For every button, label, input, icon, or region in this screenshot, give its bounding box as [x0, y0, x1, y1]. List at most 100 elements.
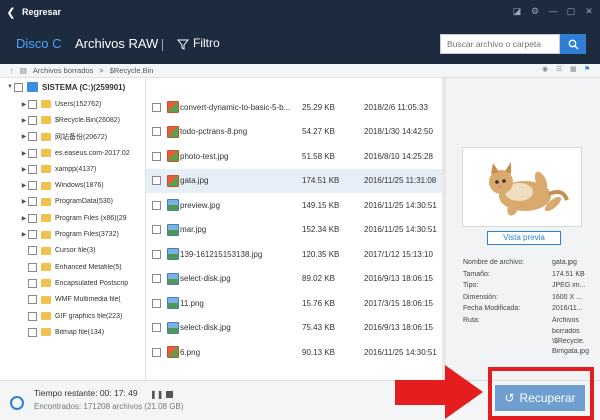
file-row[interactable]: select-disk.jpg 75.43 KB 2016/9/13 18:06:1…	[146, 316, 442, 340]
pause-icon[interactable]: ❚❚	[150, 390, 163, 399]
preview-button[interactable]: Vista previa	[487, 231, 561, 245]
stop-icon[interactable]	[166, 391, 173, 398]
tree-item-checkbox[interactable]	[28, 99, 37, 109]
expand-arrow-icon[interactable]: ▶	[20, 133, 28, 140]
file-row[interactable]: photo-test.jpg 51.58 KB 2016/8/10 14:25:28	[146, 144, 442, 168]
meta-value: gata.jpg	[552, 259, 577, 266]
tree-item-checkbox[interactable]	[28, 295, 37, 305]
maximize-icon[interactable]: ▢	[564, 4, 578, 18]
file-row[interactable]: preview.jpg 149.15 KB 2016/11/25 14:30:51	[146, 193, 442, 217]
expand-arrow-icon[interactable]: ▶	[20, 101, 28, 108]
file-row[interactable]: 139-161215153138.jpg 120.35 KB 2017/1/12 1…	[146, 242, 442, 266]
file-checkbox[interactable]	[152, 151, 161, 161]
flag-icon[interactable]: ⚑	[584, 66, 592, 74]
file-checkbox[interactable]	[152, 176, 161, 185]
file-checkbox[interactable]	[152, 347, 161, 357]
file-row[interactable]: convert-dynamic-to-basic-5-b... 25.29 KB 2…	[146, 95, 442, 119]
expand-arrow-icon[interactable]: ▶	[20, 117, 28, 124]
file-checkbox[interactable]	[152, 298, 161, 308]
expand-arrow-icon[interactable]: ▶	[20, 215, 28, 222]
file-row[interactable]: 11.png 15.76 KB 2017/3/15 18:06:15	[146, 291, 442, 315]
tree-item-label: Windows(1876)	[55, 182, 104, 190]
tree-item[interactable]: ▶ Windows(1876)	[0, 177, 145, 193]
expand-arrow-icon[interactable]: ▶	[20, 182, 28, 189]
tree-item-checkbox[interactable]	[28, 230, 37, 240]
tree-item-checkbox[interactable]	[28, 197, 37, 207]
file-row[interactable]: todo-pctrans-8.png 54.27 KB 2018/1/30 14:4…	[146, 120, 442, 144]
file-checkbox[interactable]	[152, 102, 161, 112]
collapse-arrow-icon[interactable]: ▼	[6, 84, 14, 90]
tree-item-label: xampp(4137)	[55, 165, 97, 173]
tree-item[interactable]: ▶ xampp(4137)	[0, 161, 145, 177]
file-checkbox[interactable]	[152, 127, 161, 136]
filter-icon[interactable]	[176, 38, 191, 52]
tree-item[interactable]: Encapsulated Postscrip	[0, 275, 145, 291]
search-input[interactable]	[440, 34, 560, 54]
folder-icon	[41, 328, 51, 337]
tree-item-checkbox[interactable]	[28, 115, 37, 125]
image-file-icon	[167, 199, 179, 211]
tree-item-checkbox[interactable]	[28, 311, 37, 321]
restore-icon[interactable]: ◪	[510, 4, 524, 18]
close-icon[interactable]: ✕	[582, 4, 596, 18]
expand-arrow-icon[interactable]: ▶	[20, 198, 28, 205]
tree-item[interactable]: ▶ $Recycle.Bin(26082)	[0, 112, 145, 128]
tree-item-checkbox[interactable]	[28, 262, 37, 272]
file-row[interactable]: gata.jpg 174.51 KB 2016/11/25 11:31:08	[146, 168, 442, 193]
tree-item[interactable]: GIF graphics file(223)	[0, 308, 145, 324]
filter-button[interactable]: Filtro	[193, 36, 220, 50]
file-row[interactable]: mar.jpg 152.34 KB 2016/11/25 14:30:51	[146, 218, 442, 242]
file-row[interactable]: 6.png 90.13 KB 2016/11/25 14:30:51	[146, 340, 442, 364]
tree-item[interactable]: ▶ Users(152762)	[0, 96, 145, 112]
expand-arrow-icon[interactable]: ▶	[20, 231, 28, 238]
expand-arrow-icon[interactable]: ▶	[20, 150, 28, 157]
tree-item[interactable]: Enhanced Metafile(5)	[0, 259, 145, 275]
list-view-icon[interactable]: ☰	[556, 66, 564, 74]
file-checkbox[interactable]	[152, 249, 161, 259]
image-file-icon	[167, 125, 179, 138]
breadcrumb-recycle-bin[interactable]: $Recycle.Bin	[110, 66, 154, 75]
eye-icon[interactable]: ◉	[542, 66, 550, 74]
settings-icon[interactable]: ⚙	[528, 4, 542, 18]
root-checkbox[interactable]	[14, 82, 23, 92]
recover-button[interactable]: ↺ Recuperar	[495, 385, 585, 411]
tree-item[interactable]: ▶ Program Files(3732)	[0, 226, 145, 242]
tree-item[interactable]: Cursor file(3)	[0, 243, 145, 259]
tab-disco-c[interactable]: Disco C	[16, 36, 62, 51]
tree-item[interactable]: ▶ ProgramData(530)	[0, 194, 145, 210]
file-name: 139-161215153138.jpg	[180, 249, 263, 259]
tree-item[interactable]: Bitmap file(134)	[0, 324, 145, 340]
back-button[interactable]: Regresar	[22, 7, 61, 17]
tree-item-checkbox[interactable]	[28, 164, 37, 174]
breadcrumb-deleted-files[interactable]: Archivos borrados	[33, 66, 93, 75]
tree-item-checkbox[interactable]	[28, 246, 37, 256]
tree-root-drive[interactable]: ▼ SISTEMA (C:)(259901)	[0, 78, 145, 96]
tree-item[interactable]: ▶ Program Files (x86)(29	[0, 210, 145, 226]
tree-item-checkbox[interactable]	[28, 132, 37, 142]
tree-item[interactable]: ▶ 网站备份(20672)	[0, 129, 145, 145]
search-button[interactable]	[560, 34, 586, 54]
file-checkbox[interactable]	[152, 225, 161, 234]
tree-item-checkbox[interactable]	[28, 213, 37, 223]
tree-item[interactable]: ▶ es.easeus.com-2017.02	[0, 145, 145, 161]
tree-item[interactable]: WMF Multimedia file(	[0, 292, 145, 308]
tree-item-checkbox[interactable]	[28, 181, 37, 191]
file-name: todo-pctrans-8.png	[180, 127, 248, 136]
file-checkbox[interactable]	[152, 323, 161, 332]
folder-icon	[41, 214, 51, 223]
tree-item-checkbox[interactable]	[28, 327, 37, 337]
tree-item-checkbox[interactable]	[28, 278, 37, 288]
grid-view-icon[interactable]: ▦	[570, 66, 578, 74]
back-arrow-icon[interactable]: ❮	[2, 0, 20, 24]
minimize-icon[interactable]: —	[546, 4, 560, 18]
file-row[interactable]: select-disk.jpg 89.02 KB 2016/9/13 18:06:1…	[146, 267, 442, 291]
tree-item-checkbox[interactable]	[28, 148, 37, 158]
up-arrow-icon[interactable]: ↑	[10, 66, 14, 75]
file-size: 90.13 KB	[302, 347, 335, 357]
scrollbar[interactable]	[442, 78, 446, 380]
tab-archivos-raw[interactable]: Archivos RAW	[75, 36, 158, 51]
folder-icon	[41, 197, 51, 206]
file-checkbox[interactable]	[152, 274, 161, 283]
expand-arrow-icon[interactable]: ▶	[20, 166, 28, 173]
file-checkbox[interactable]	[152, 200, 161, 210]
